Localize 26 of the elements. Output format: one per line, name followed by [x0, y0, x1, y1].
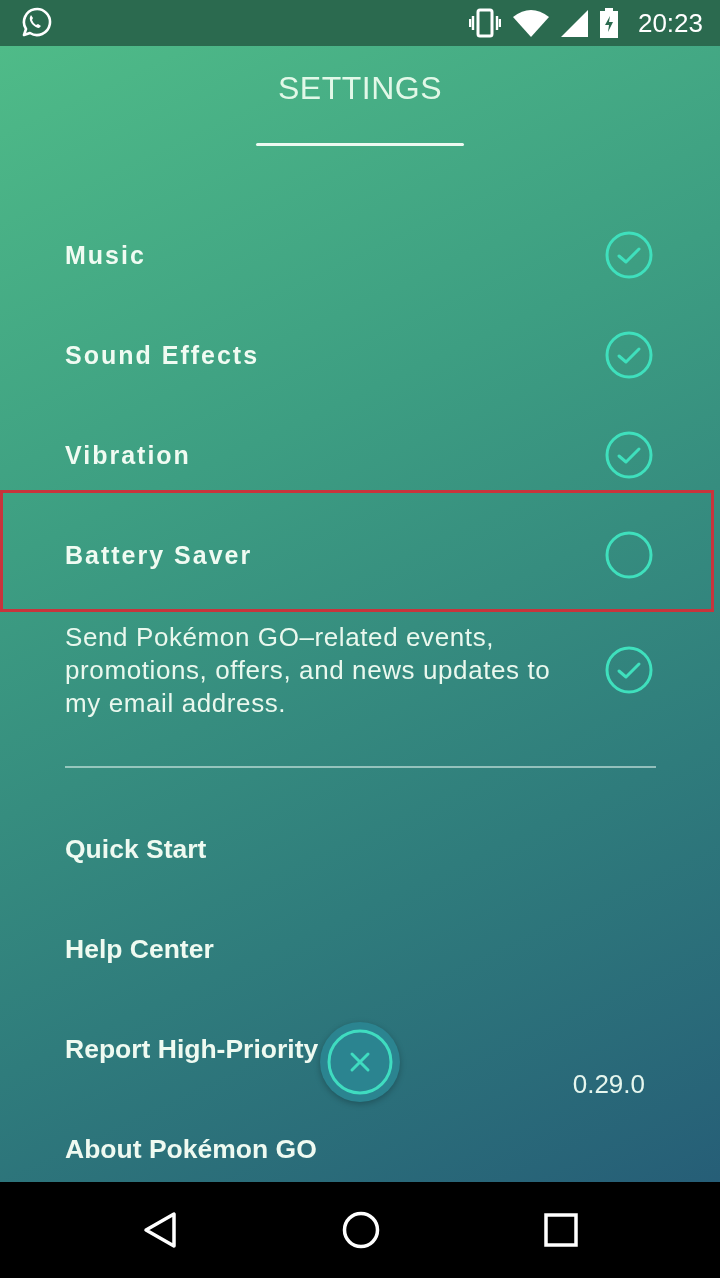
home-icon[interactable] [342, 1211, 380, 1249]
setting-label: Vibration [65, 440, 192, 470]
email-consent-text: Send Pokémon GO–related events, promotions, offers, and news updates to my email address. [65, 620, 552, 720]
check-circle-icon[interactable] [605, 331, 653, 379]
clock-time: 20:23 [637, 7, 703, 39]
signal-icon [560, 9, 588, 37]
close-icon [327, 1029, 393, 1095]
page-title: SETTINGS [278, 69, 442, 107]
menu-link[interactable]: About Pokémon GO [65, 1133, 317, 1165]
menu-link[interactable]: Report High-Priority [65, 1033, 319, 1065]
back-icon[interactable] [142, 1211, 178, 1249]
empty-circle-icon[interactable] [605, 531, 653, 579]
close-button[interactable] [320, 1022, 400, 1102]
battery-charging-icon [599, 8, 618, 38]
version-number: 0.29.0 [572, 1069, 645, 1099]
check-circle-icon[interactable] [605, 431, 653, 479]
recents-icon[interactable] [544, 1213, 578, 1247]
vibrate-icon [468, 8, 501, 38]
check-circle-icon[interactable] [605, 646, 653, 694]
wifi-icon [512, 9, 549, 37]
setting-label: Battery Saver [65, 540, 254, 570]
setting-label: Music [65, 240, 147, 270]
menu-link[interactable]: Help Center [65, 933, 214, 965]
check-circle-icon[interactable] [605, 231, 653, 279]
setting-label: Sound Effects [65, 340, 261, 370]
menu-link[interactable]: Quick Start [65, 833, 207, 865]
